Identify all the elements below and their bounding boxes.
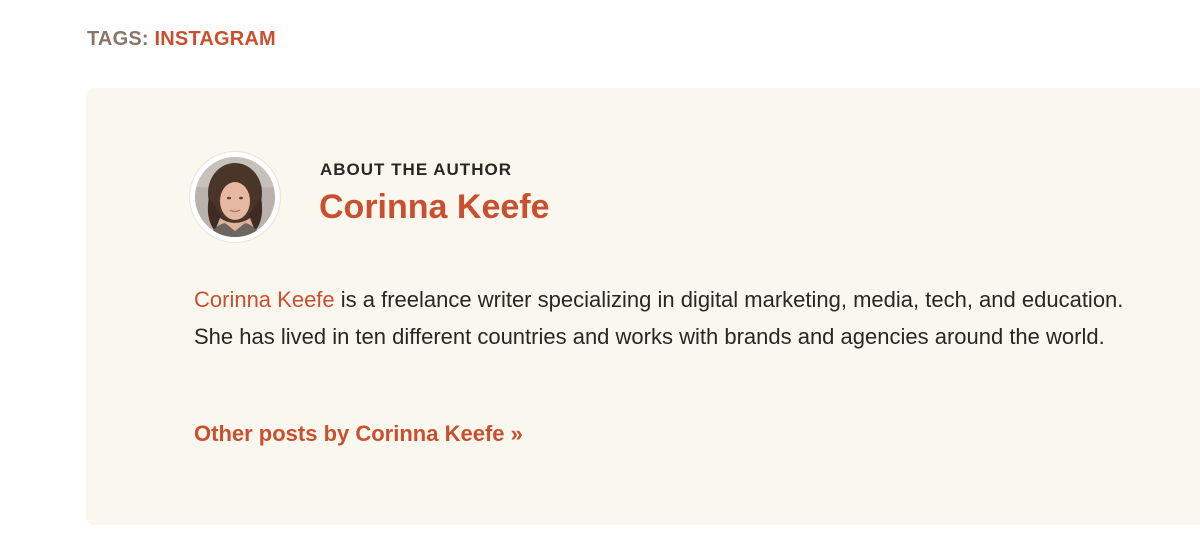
author-box: ABOUT THE AUTHOR Corinna Keefe Corinna K… bbox=[86, 88, 1200, 525]
tag-link-instagram[interactable]: INSTAGRAM bbox=[155, 28, 276, 50]
author-avatar[interactable] bbox=[190, 152, 280, 242]
about-author-heading: ABOUT THE AUTHOR bbox=[320, 160, 512, 179]
other-posts-link[interactable]: Other posts by Corinna Keefe » bbox=[194, 421, 523, 447]
author-bio: Corinna Keefe is a freelance writer spec… bbox=[194, 281, 1134, 355]
tags-line: TAGS: INSTAGRAM bbox=[87, 27, 276, 51]
bio-author-link[interactable]: Corinna Keefe bbox=[194, 287, 335, 312]
tags-label: TAGS: bbox=[87, 28, 149, 50]
author-photo-icon bbox=[195, 157, 275, 237]
author-name-link[interactable]: Corinna Keefe bbox=[319, 188, 550, 227]
